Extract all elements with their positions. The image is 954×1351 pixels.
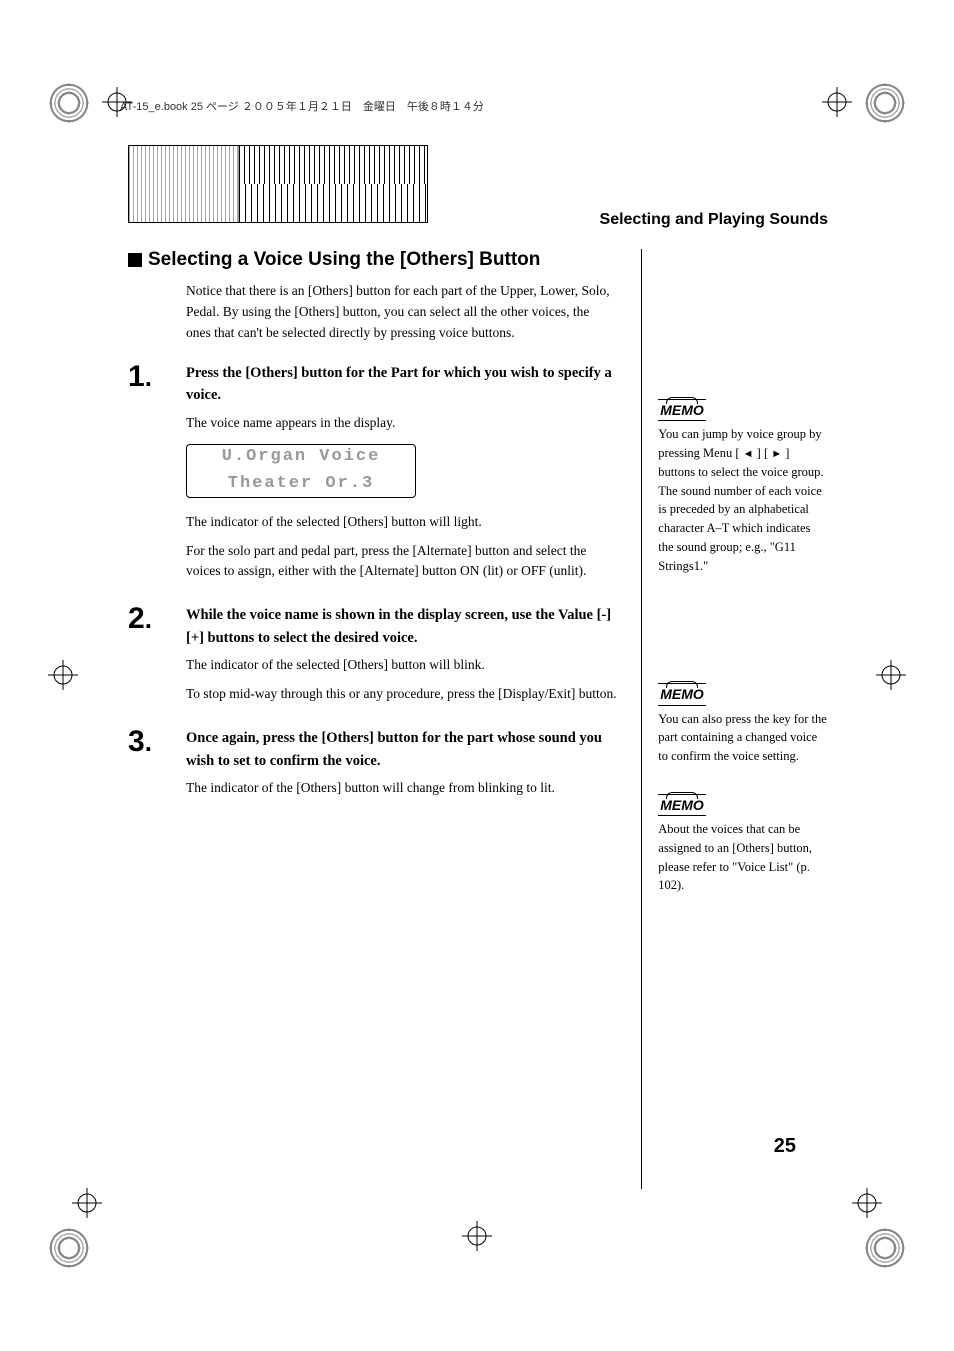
memo-label-icon: MEMO — [658, 794, 706, 816]
registration-mark-icon — [822, 87, 852, 117]
column-divider — [641, 249, 642, 1189]
registration-mark-icon — [72, 1188, 102, 1218]
step-2: 2. While the voice name is shown in the … — [128, 604, 617, 713]
step-text: To stop mid-way through this or any proc… — [186, 684, 617, 705]
step-title: Press the [Others] button for the Part f… — [186, 362, 617, 407]
lcd-line-2: Theater Or.3 — [228, 471, 374, 497]
page-number: 25 — [774, 1135, 796, 1158]
registration-mark-icon — [852, 1188, 882, 1218]
step-title: While the voice name is shown in the dis… — [186, 604, 617, 649]
memo-3: MEMO About the voices that can be assign… — [658, 794, 828, 895]
crop-mark-icon — [864, 1227, 906, 1269]
chapter-title: Selecting and Playing Sounds — [458, 211, 828, 231]
step-3: 3. Once again, press the [Others] button… — [128, 727, 617, 807]
step-text: The voice name appears in the display. — [186, 413, 617, 434]
lcd-line-1: U.Organ Voice — [222, 444, 381, 470]
memo-label-icon: MEMO — [658, 399, 706, 421]
step-text: The indicator of the [Others] button wil… — [186, 778, 617, 799]
memo-text: About the voices that can be assigned to… — [658, 820, 828, 895]
square-bullet-icon — [128, 253, 142, 267]
right-arrow-icon: ► — [771, 446, 782, 463]
registration-mark-icon — [48, 660, 78, 690]
crop-mark-icon — [48, 1227, 90, 1269]
step-text: The indicator of the selected [Others] b… — [186, 655, 617, 676]
step-title: Once again, press the [Others] button fo… — [186, 727, 617, 772]
lcd-display: U.Organ Voice Theater Or.3 — [186, 444, 416, 498]
step-text: For the solo part and pedal part, press … — [186, 541, 617, 583]
memo-text: You can also press the key for the part … — [658, 710, 828, 766]
intro-text: Notice that there is an [Others] button … — [186, 281, 617, 344]
crop-mark-icon — [864, 82, 906, 124]
memo-1: MEMO You can jump by voice group by pres… — [658, 399, 828, 575]
step-text: The indicator of the selected [Others] b… — [186, 512, 617, 533]
registration-mark-icon — [876, 660, 906, 690]
memo-text: You can jump by voice group by pressing … — [658, 425, 828, 575]
header-meta: AT-15_e.book 25 ページ ２００５年１月２１日 金曜日 午後８時１… — [120, 98, 484, 114]
step-number: 1. — [128, 362, 186, 591]
section-heading-text: Selecting a Voice Using the [Others] But… — [148, 249, 540, 271]
section-heading: Selecting a Voice Using the [Others] But… — [128, 249, 617, 271]
memo-2: MEMO You can also press the key for the … — [658, 683, 828, 766]
step-number: 2. — [128, 604, 186, 713]
step-1: 1. Press the [Others] button for the Par… — [128, 362, 617, 591]
registration-mark-icon — [462, 1221, 492, 1251]
step-number: 3. — [128, 727, 186, 807]
keyboard-diagram — [128, 145, 428, 223]
memo-label-icon: MEMO — [658, 683, 706, 705]
crop-mark-icon — [48, 82, 90, 124]
left-arrow-icon: ◄ — [743, 446, 754, 463]
